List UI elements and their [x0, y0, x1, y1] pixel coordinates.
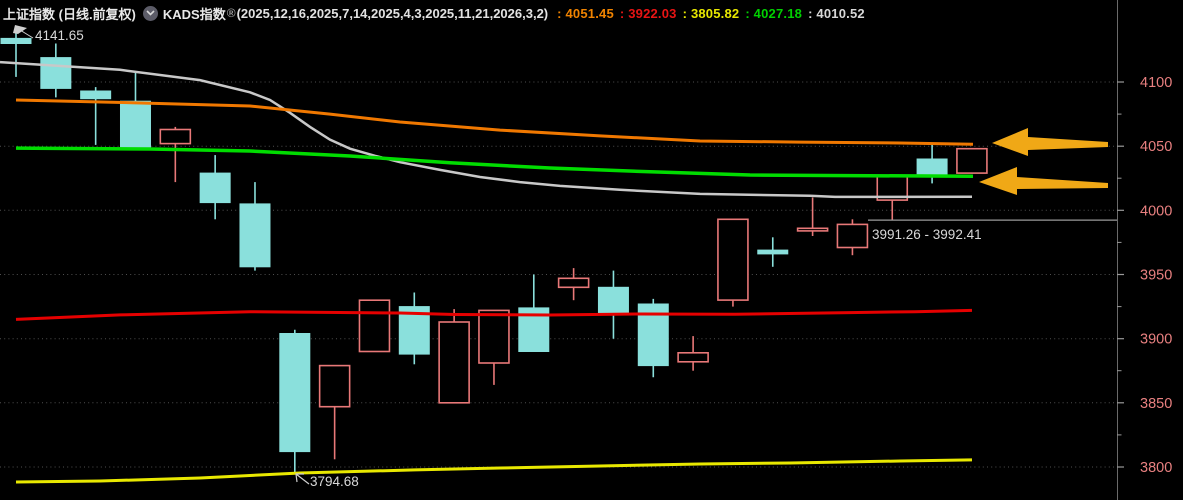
- y-axis-label-4000: 4000: [1140, 203, 1172, 219]
- candle-12[interactable]: [438, 309, 470, 404]
- candle-7[interactable]: [239, 182, 271, 271]
- indicator-value-2: : 3805.82: [682, 5, 740, 21]
- y-axis-label-4050: 4050: [1140, 139, 1172, 155]
- candle-15[interactable]: [557, 268, 590, 301]
- y-axis-label-3950: 3950: [1140, 268, 1172, 284]
- indicator-params: (2025,12,16,2025,7,14,2025,4,3,2025,11,2…: [236, 5, 549, 21]
- candle-19[interactable]: [717, 218, 749, 307]
- y-axis-label-3900: 3900: [1140, 332, 1172, 348]
- candle-2[interactable]: [40, 43, 72, 98]
- ma-yellow: [15, 458, 973, 484]
- y-axis-label-3800: 3800: [1140, 460, 1172, 476]
- candle-20[interactable]: [757, 237, 789, 267]
- candle-22[interactable]: [836, 219, 869, 256]
- highlight-arrow-icon-2: [979, 167, 1108, 195]
- registered-mark-icon: ®: [226, 6, 236, 20]
- candle-17[interactable]: [637, 298, 669, 378]
- candle-21[interactable]: [796, 197, 829, 237]
- candle-16[interactable]: [597, 270, 629, 339]
- gap-range-label: 3991.26 - 3992.41: [872, 227, 982, 242]
- index-title[interactable]: 上证指数 (日线.前复权): [3, 4, 136, 23]
- candle-14[interactable]: [518, 274, 550, 352]
- candle-10[interactable]: [358, 299, 391, 353]
- candle-1[interactable]: [0, 28, 32, 77]
- candlestick-series[interactable]: [0, 28, 988, 474]
- candle-18[interactable]: [677, 336, 709, 371]
- indicator-header-bar: 上证指数 (日线.前复权) KADS指数 ® (2025,12,16,2025,…: [0, 0, 1115, 26]
- chevron-down-icon[interactable]: [142, 5, 158, 21]
- candle-8[interactable]: [279, 329, 311, 474]
- candle-5[interactable]: [159, 126, 192, 183]
- indicator-value-0: : 4051.45: [557, 5, 614, 21]
- highlight-arrow-icon-1: [992, 128, 1108, 156]
- candle-6[interactable]: [199, 155, 231, 220]
- candle-25[interactable]: [956, 147, 988, 174]
- low-marker-arrow-icon: [295, 473, 310, 485]
- y-axis-label-4100: 4100: [1140, 75, 1172, 91]
- candlestick-chart[interactable]: 4141.653794.683991.26 - 3992.41410040504…: [0, 0, 1183, 500]
- candle-9[interactable]: [318, 364, 351, 460]
- low-price-label: 3794.68: [310, 474, 359, 489]
- candle-11[interactable]: [398, 292, 430, 365]
- y-axis-label-3850: 3850: [1140, 396, 1172, 412]
- indicator-values: : 4051.45 : 3922.03 : 3805.82 : 4027.18 : 40…: [551, 6, 865, 21]
- candle-13[interactable]: [478, 309, 510, 385]
- y-axis: 4100 4050 4000 3950 3900 3850 3800: [1117, 0, 1172, 500]
- indicator-value-3: : 4027.18: [745, 5, 803, 21]
- indicator-name[interactable]: KADS指数: [163, 4, 226, 23]
- ma-green: [15, 146, 974, 179]
- indicator-value-4: : 4010.52: [808, 5, 865, 21]
- indicator-value-1: : 3922.03: [619, 5, 677, 21]
- candle-3[interactable]: [80, 87, 112, 145]
- stock-chart-window: { "header": { "title": "上证指数 (日线.前复权)", …: [0, 0, 1183, 500]
- candle-4[interactable]: [119, 73, 151, 149]
- high-marker-leader: [19, 29, 34, 39]
- high-price-label: 4141.65: [35, 28, 84, 43]
